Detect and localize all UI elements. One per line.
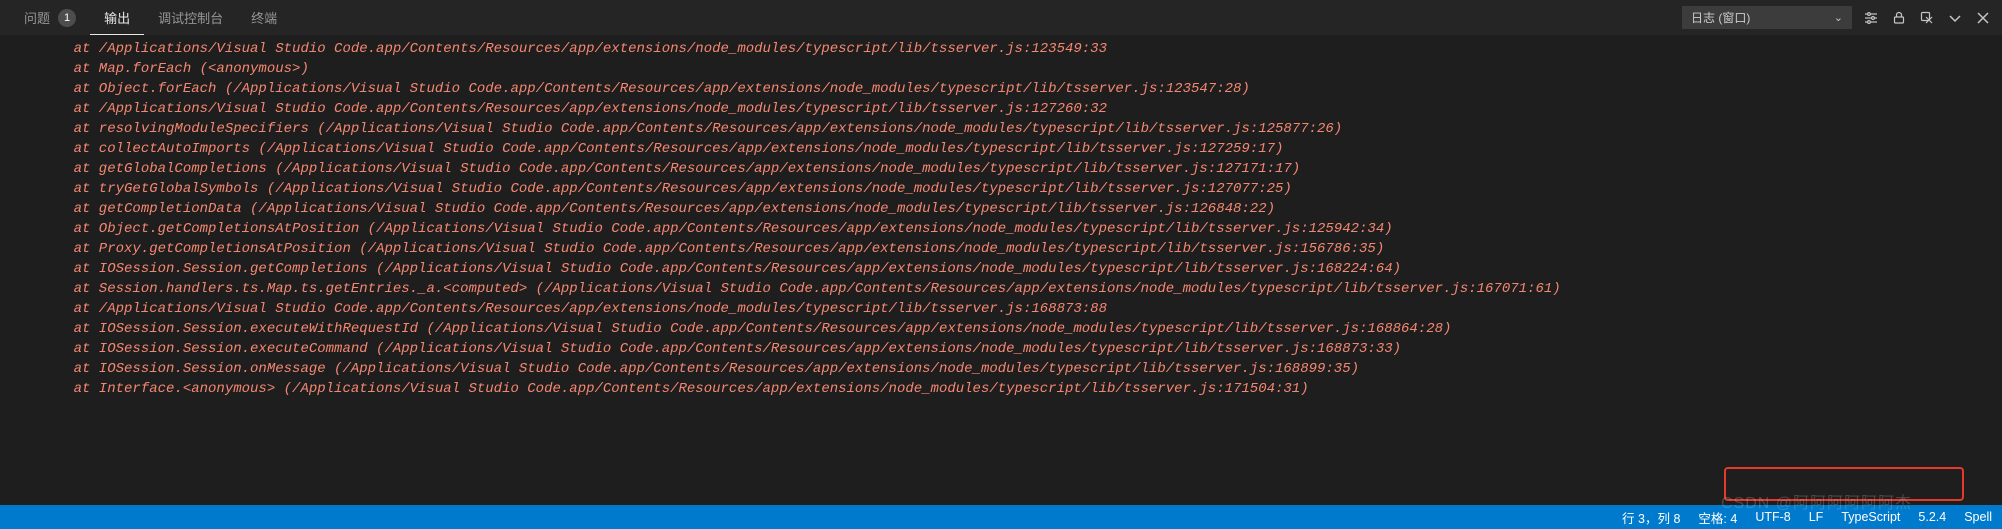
log-line: at collectAutoImports (/Applications/Vis…	[40, 139, 1994, 159]
log-line: at IOSession.Session.executeWithRequestI…	[40, 319, 1994, 339]
log-line: at tryGetGlobalSymbols (/Applications/Vi…	[40, 179, 1994, 199]
close-panel-icon[interactable]	[1974, 9, 1992, 27]
status-encoding[interactable]: UTF-8	[1755, 510, 1790, 524]
tab-problems[interactable]: 问题 1	[10, 0, 90, 35]
log-line: at Object.forEach (/Applications/Visual …	[40, 79, 1994, 99]
tab-output-label: 输出	[104, 8, 130, 27]
log-line: at getCompletionData (/Applications/Visu…	[40, 199, 1994, 219]
log-line: at getGlobalCompletions (/Applications/V…	[40, 159, 1994, 179]
log-line: at Proxy.getCompletionsAtPosition (/Appl…	[40, 239, 1994, 259]
log-line: at IOSession.Session.executeCommand (/Ap…	[40, 339, 1994, 359]
tab-debug-label: 调试控制台	[158, 8, 223, 27]
output-channel-label: 日志 (窗口)	[1691, 9, 1750, 26]
log-line: at Map.forEach (<anonymous>)	[40, 59, 1994, 79]
log-line: at Session.handlers.ts.Map.ts.getEntries…	[40, 279, 1994, 299]
tab-output[interactable]: 输出	[90, 0, 144, 35]
status-language[interactable]: TypeScript	[1841, 510, 1900, 524]
log-line: at IOSession.Session.onMessage (/Applica…	[40, 359, 1994, 379]
log-line: at Object.getCompletionsAtPosition (/App…	[40, 219, 1994, 239]
log-line: at /Applications/Visual Studio Code.app/…	[40, 99, 1994, 119]
log-line: at /Applications/Visual Studio Code.app/…	[40, 39, 1994, 59]
status-eol[interactable]: LF	[1809, 510, 1824, 524]
status-ts-version[interactable]: 5.2.4	[1918, 510, 1946, 524]
lock-icon[interactable]	[1890, 9, 1908, 27]
settings-icon[interactable]	[1862, 9, 1880, 27]
output-channel-select[interactable]: 日志 (窗口) ⌄	[1682, 6, 1852, 29]
problems-count-badge: 1	[58, 9, 76, 27]
chevron-down-icon[interactable]	[1946, 9, 1964, 27]
status-bar: 行 3，列 8 空格: 4 UTF-8 LF TypeScript 5.2.4 …	[0, 505, 2002, 529]
clear-output-icon[interactable]	[1918, 9, 1936, 27]
log-line: at IOSession.Session.getCompletions (/Ap…	[40, 259, 1994, 279]
status-spell[interactable]: Spell	[1964, 510, 1992, 524]
log-line: at /Applications/Visual Studio Code.app/…	[40, 299, 1994, 319]
status-indent[interactable]: 空格: 4	[1698, 508, 1737, 527]
log-line: at resolvingModuleSpecifiers (/Applicati…	[40, 119, 1994, 139]
log-line: at Interface.<anonymous> (/Applications/…	[40, 379, 1994, 399]
output-log-area[interactable]: at /Applications/Visual Studio Code.app/…	[0, 35, 2002, 505]
tab-problems-label: 问题	[24, 8, 50, 27]
panel-tools: 日志 (窗口) ⌄	[1682, 6, 1992, 29]
status-line-col[interactable]: 行 3，列 8	[1622, 508, 1680, 527]
chevron-down-icon: ⌄	[1834, 11, 1843, 24]
tab-terminal-label: 终端	[251, 8, 277, 27]
tab-debug-console[interactable]: 调试控制台	[144, 0, 237, 35]
panel-tab-bar: 问题 1 输出 调试控制台 终端 日志 (窗口) ⌄	[0, 0, 2002, 35]
tab-terminal[interactable]: 终端	[237, 0, 291, 35]
